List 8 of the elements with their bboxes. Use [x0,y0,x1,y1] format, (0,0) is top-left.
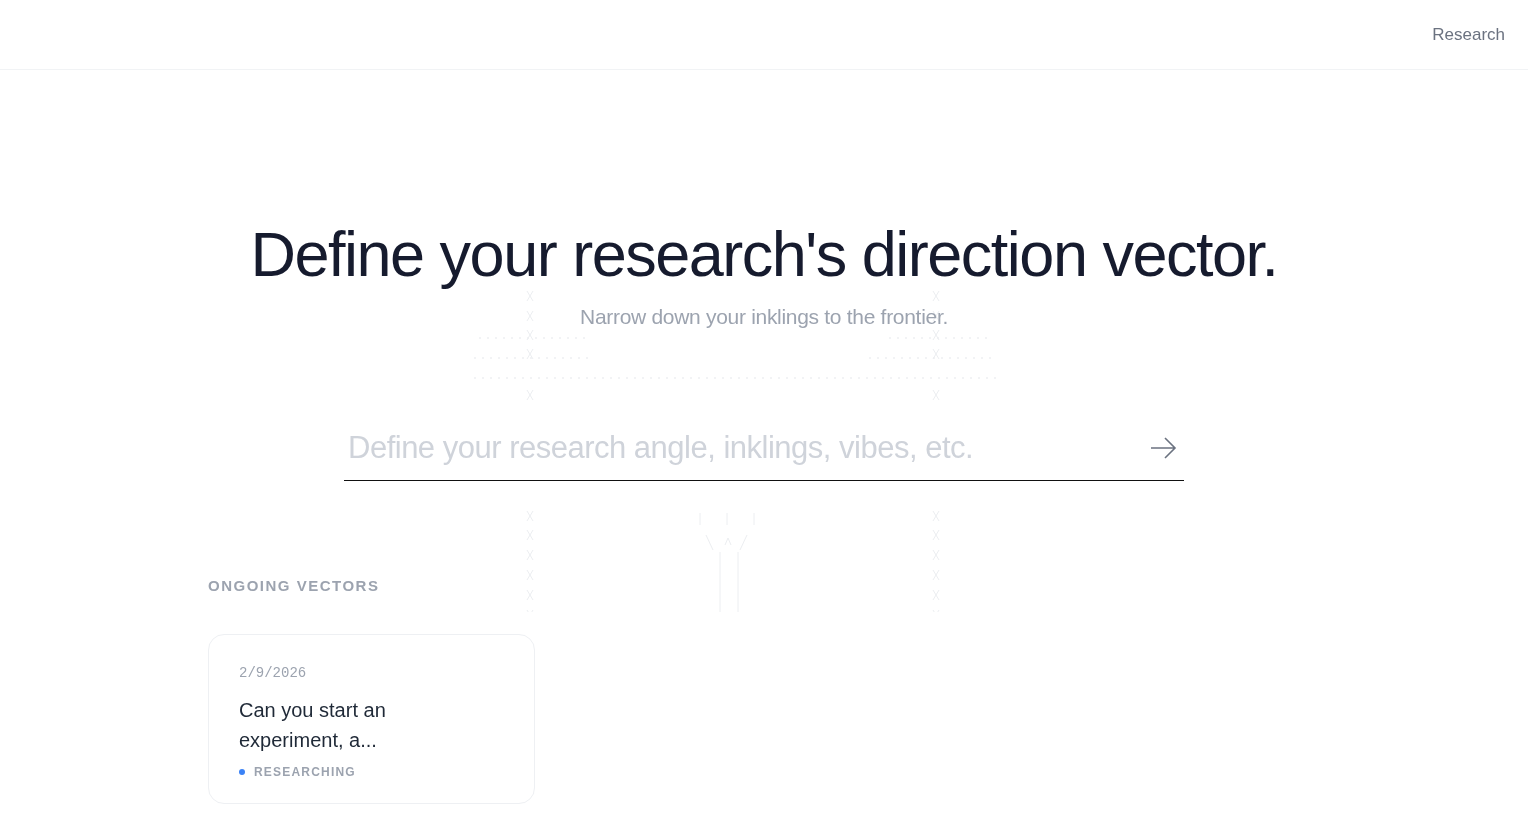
page-title: Define your research's direction vector. [250,218,1278,291]
page-subtitle: Narrow down your inklings to the frontier. [580,305,948,329]
card-date: 2/9/2026 [239,665,308,681]
card-title: Can you start an experiment, a... [239,698,387,753]
vector-card[interactable]: 2/9/2026 Can you start an experiment, a... RESEARCHING [208,634,535,804]
card-status: RESEARCHING [254,765,356,779]
section-heading: ONGOING VECTORS [208,577,381,594]
nav-link[interactable]: Research [1432,24,1505,45]
